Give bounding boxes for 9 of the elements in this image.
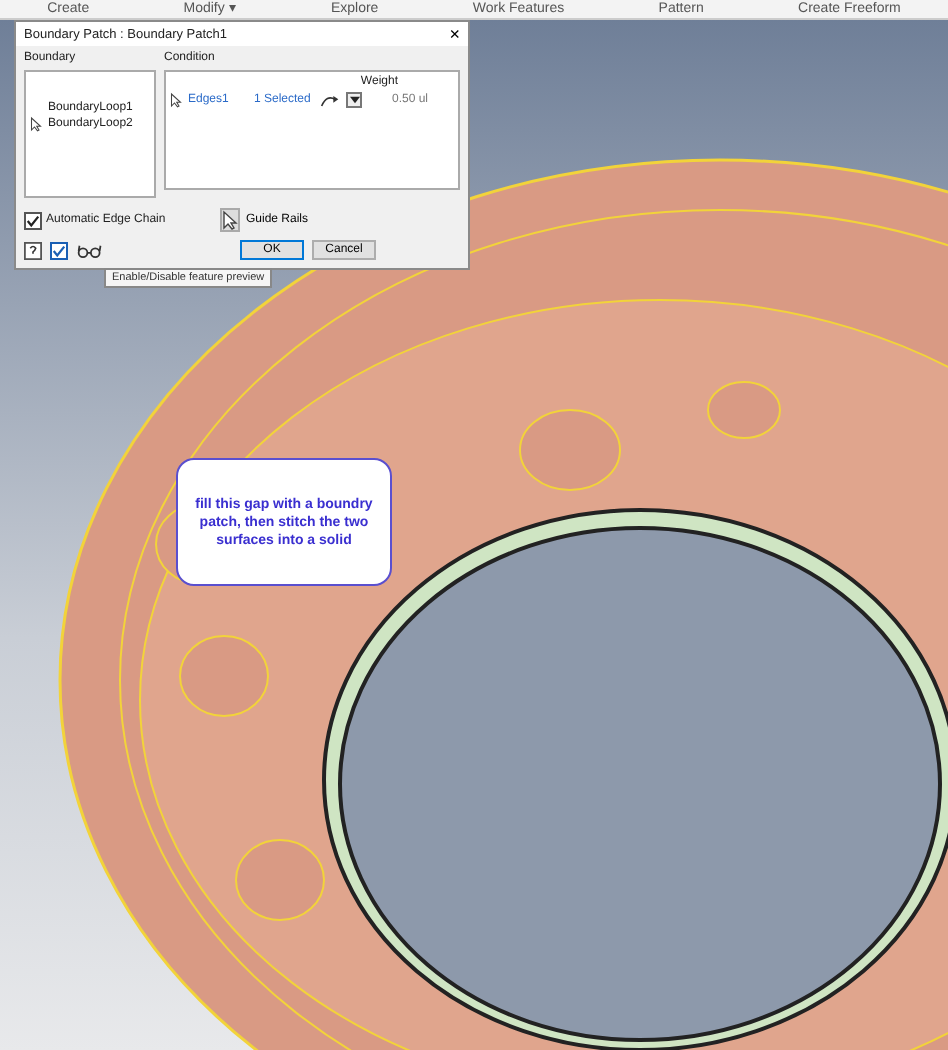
condition-icon[interactable] [320, 93, 340, 107]
dropdown-arrow-icon[interactable] [346, 92, 362, 108]
cursor-icon [170, 92, 182, 108]
help-icon[interactable] [24, 241, 42, 259]
close-button[interactable]: × [449, 24, 460, 44]
cursor-icon [219, 208, 240, 232]
glasses-icon [76, 243, 104, 257]
preview-checkbox[interactable] [50, 241, 68, 259]
checkbox[interactable] [24, 211, 42, 229]
